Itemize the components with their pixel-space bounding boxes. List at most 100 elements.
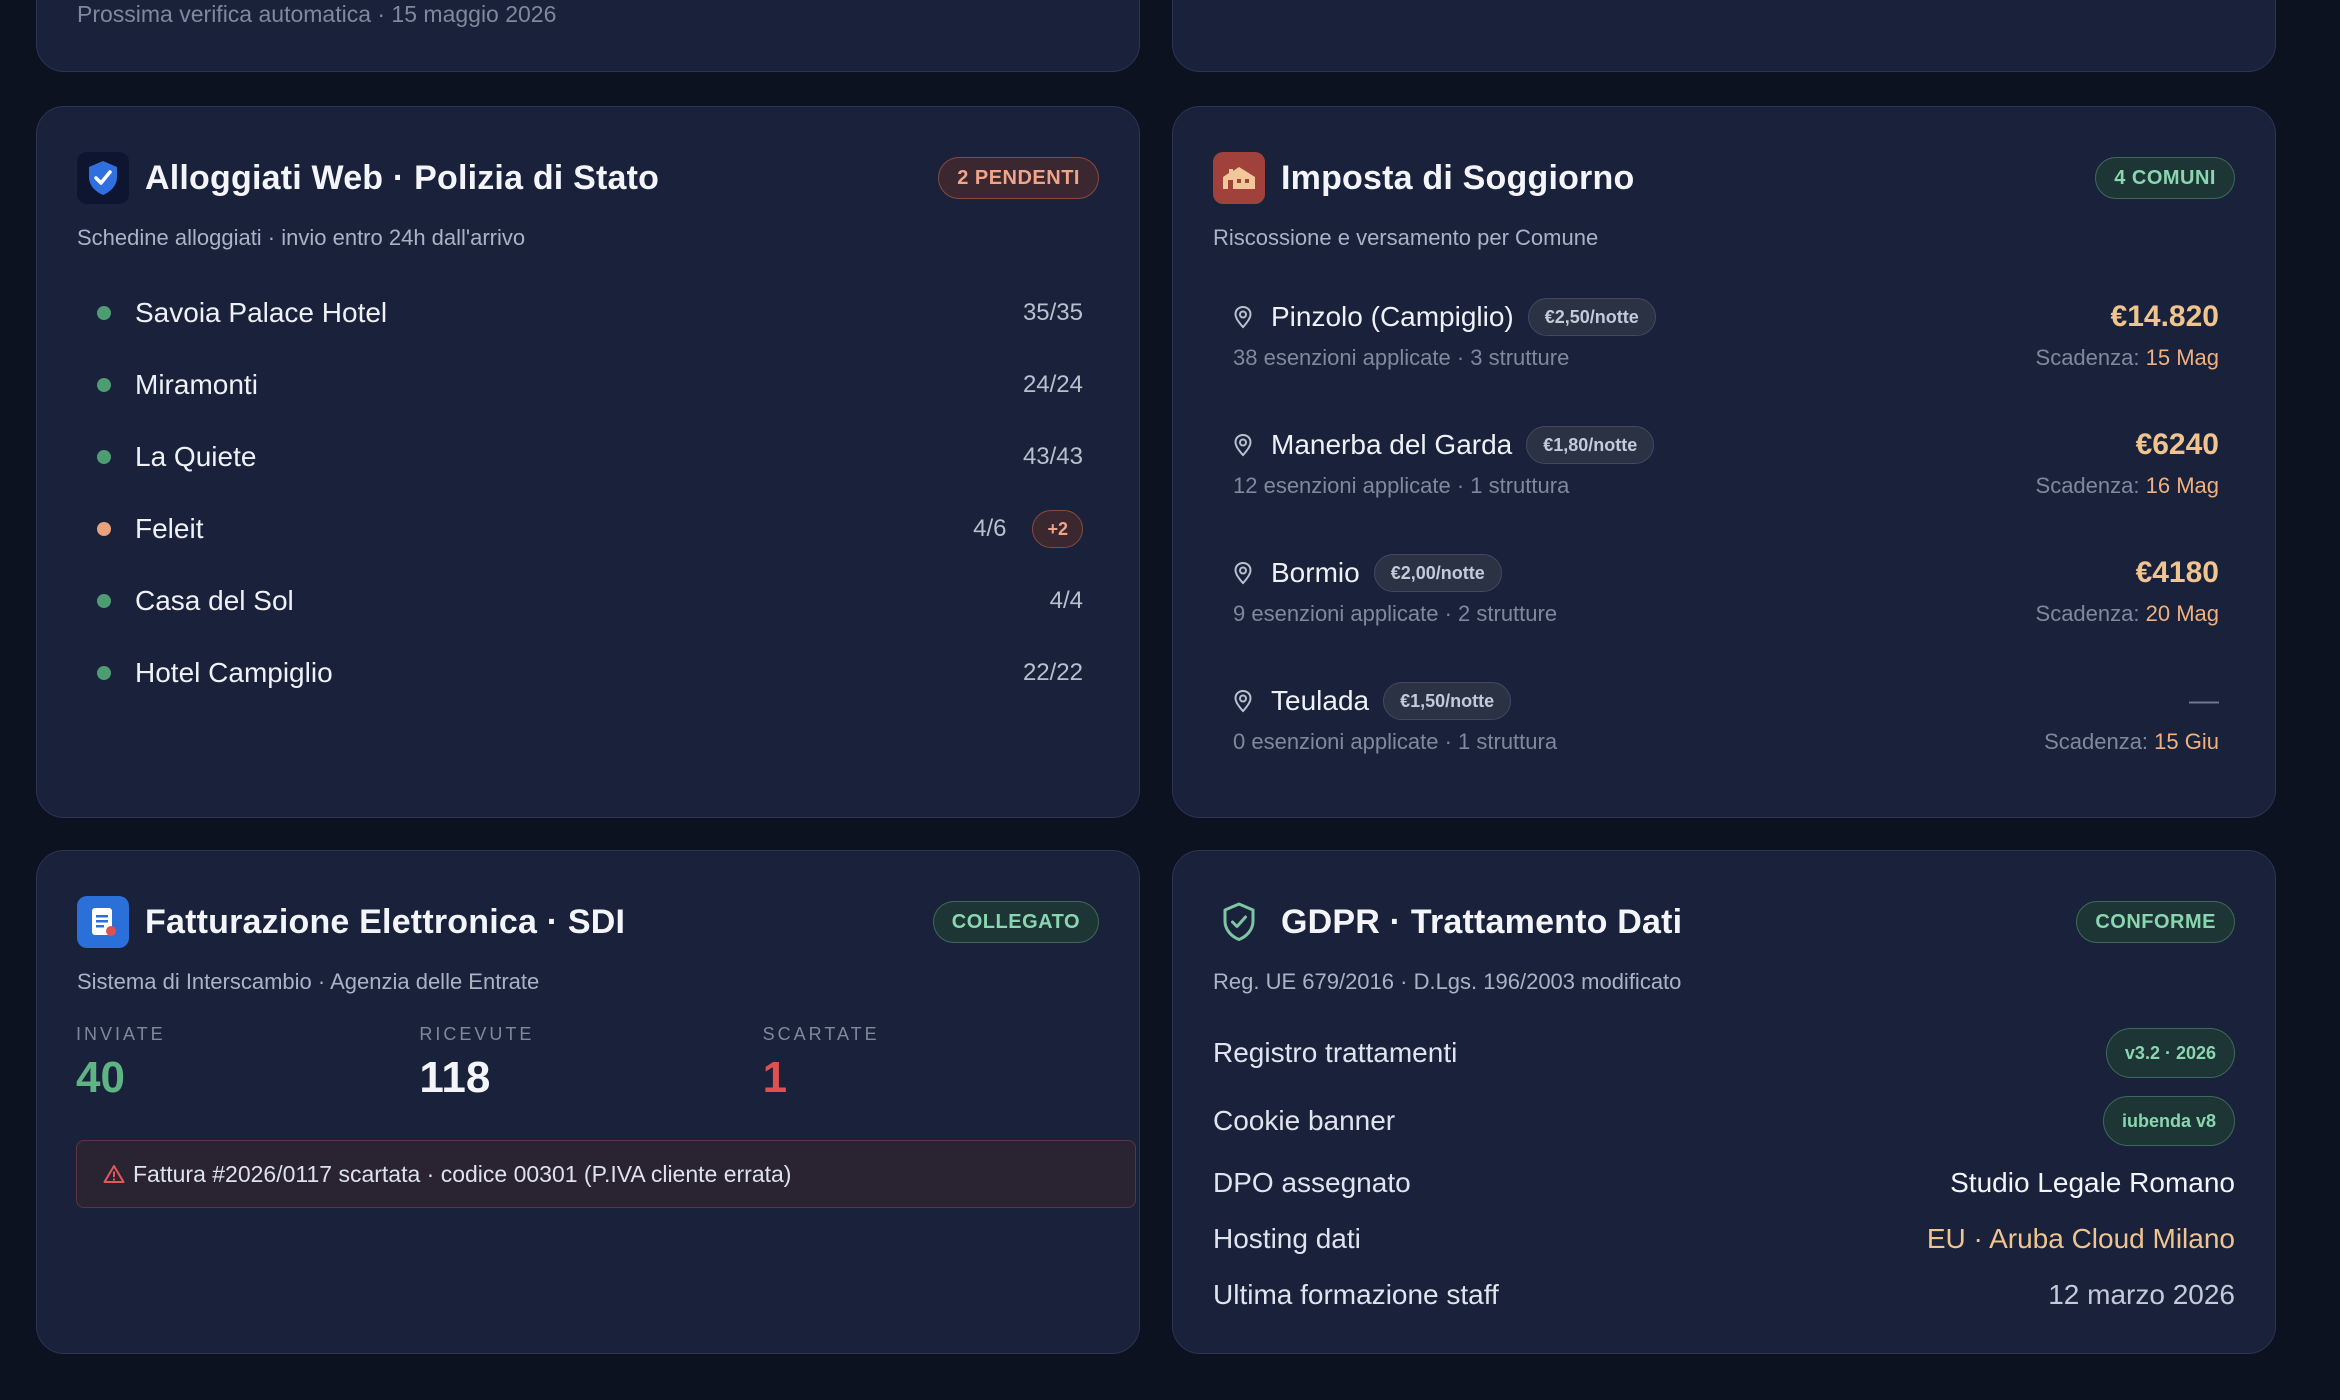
stat-received: RICEVUTE 118: [419, 1024, 762, 1104]
gdpr-title: GDPR · Trattamento Dati: [1281, 902, 1683, 941]
location-pin-icon: [1234, 305, 1252, 329]
alloggiati-card: Alloggiati Web · Polizia di Stato 2 PEND…: [36, 106, 1140, 818]
alloggiati-title: Alloggiati Web · Polizia di Stato: [145, 158, 660, 197]
comuni-badge: 4 COMUNI: [2095, 157, 2235, 199]
sdi-header: Fatturazione Elettronica · SDI COLLEGATO: [77, 895, 1099, 949]
rate-badge: €1,80/notte: [1526, 426, 1655, 464]
list-item[interactable]: Feleit 4/6 +2: [77, 509, 1083, 549]
top-right-card: [1172, 0, 2276, 72]
sdi-title: Fatturazione Elettronica · SDI: [145, 902, 626, 941]
compliant-badge: CONFORME: [2076, 901, 2235, 943]
sdi-stats: INVIATE 40 RICEVUTE 118 SCARTATE 1: [76, 1024, 1106, 1104]
tax-amount: €4180: [2135, 556, 2219, 589]
comune-detail: 9 esenzioni applicate · 2 strutture: [1233, 601, 1558, 626]
gdpr-label: Hosting dati: [1213, 1223, 1361, 1254]
gdpr-label: Registro trattamenti: [1213, 1037, 1458, 1068]
pending-count-badge[interactable]: +2: [1032, 510, 1083, 548]
stat-value: 118: [419, 1053, 491, 1102]
property-count: 24/24: [1022, 371, 1083, 398]
list-item[interactable]: Casa del Sol 4/4: [77, 581, 1083, 621]
comune-name: Manerba del Garda: [1271, 429, 1513, 460]
comune-detail: 0 esenzioni applicate · 1 struttura: [1233, 729, 1558, 754]
rate-badge: €1,50/notte: [1383, 682, 1512, 720]
sdi-subtitle: Sistema di Interscambio · Agenzia delle …: [77, 969, 540, 994]
imposta-header: Imposta di Soggiorno 4 COMUNI: [1213, 151, 2235, 205]
shield-check-outline-icon: [1213, 896, 1265, 948]
next-check-text: Prossima verifica automatica · 15 maggio…: [77, 1, 557, 27]
status-dot: [97, 378, 111, 392]
warning-icon: [103, 1165, 125, 1183]
comune-detail: 12 esenzioni applicate · 1 struttura: [1233, 473, 1570, 498]
rate-badge: €2,50/notte: [1527, 298, 1656, 336]
stat-label: RICEVUTE: [419, 1024, 535, 1044]
gdpr-value: EU · Aruba Cloud Milano: [1926, 1223, 2235, 1254]
stat-label: INVIATE: [76, 1024, 166, 1044]
list-item[interactable]: Savoia Palace Hotel 35/35: [77, 293, 1083, 333]
property-count: 43/43: [1022, 443, 1083, 470]
shield-check-icon: [77, 152, 129, 204]
comune-name: Bormio: [1271, 557, 1360, 588]
alloggiati-subtitle: Schedine alloggiati · invio entro 24h da…: [77, 225, 526, 250]
alert-text: Fattura #2026/0117 scartata · codice 003…: [133, 1160, 792, 1187]
gdpr-header: GDPR · Trattamento Dati CONFORME: [1213, 895, 2235, 949]
location-pin-icon: [1234, 561, 1252, 585]
gdpr-row-dpo: DPO assegnato Studio Legale Romano: [1213, 1159, 2235, 1207]
status-dot: [97, 666, 111, 680]
property-name: La Quiete: [135, 441, 257, 472]
invoice-icon: [77, 896, 129, 948]
property-name: Miramonti: [135, 369, 258, 400]
cookie-pill: iubenda v8: [2102, 1096, 2235, 1146]
gdpr-label: Cookie banner: [1213, 1105, 1396, 1136]
stat-value: 40: [76, 1053, 125, 1102]
imposta-card: Imposta di Soggiorno 4 COMUNI Riscossion…: [1172, 106, 2276, 818]
property-count: 4/6: [973, 515, 1007, 542]
gdpr-value: Studio Legale Romano: [1950, 1167, 2235, 1198]
list-item[interactable]: Teulada €1,50/notte — 0 esenzioni applic…: [1213, 679, 2219, 769]
property-count: 35/35: [1022, 299, 1083, 326]
gdpr-row-training: Ultima formazione staff 12 marzo 2026: [1213, 1271, 2235, 1319]
imposta-title: Imposta di Soggiorno: [1281, 158, 1635, 197]
tax-amount: €6240: [2135, 428, 2219, 461]
status-dot: [97, 450, 111, 464]
location-pin-icon: [1234, 689, 1252, 713]
property-name: Hotel Campiglio: [135, 657, 333, 688]
comune-name: Pinzolo (Campiglio): [1271, 301, 1514, 332]
property-name: Savoia Palace Hotel: [135, 297, 388, 328]
top-left-card: Prossima verifica automatica · 15 maggio…: [36, 0, 1140, 72]
list-item[interactable]: Miramonti 24/24: [77, 365, 1083, 405]
connected-badge: COLLEGATO: [932, 901, 1099, 943]
tax-amount: €14.820: [2110, 300, 2219, 333]
list-item[interactable]: Bormio €2,00/notte €4180 9 esenzioni app…: [1213, 551, 2219, 641]
status-dot: [97, 522, 111, 536]
gdpr-row-hosting: Hosting dati EU · Aruba Cloud Milano: [1213, 1215, 2235, 1263]
stat-rejected: SCARTATE 1: [763, 1024, 1106, 1104]
comune-name: Teulada: [1271, 685, 1370, 716]
list-item[interactable]: Manerba del Garda €1,80/notte €6240 12 e…: [1213, 423, 2219, 513]
alloggiati-header: Alloggiati Web · Polizia di Stato 2 PEND…: [77, 151, 1099, 205]
gdpr-card: GDPR · Trattamento Dati CONFORME Reg. UE…: [1172, 850, 2276, 1354]
building-icon: [1213, 152, 1265, 204]
pending-badge: 2 PENDENTI: [938, 157, 1099, 199]
list-item[interactable]: Hotel Campiglio 22/22: [77, 653, 1083, 693]
stat-label: SCARTATE: [762, 1024, 880, 1044]
due-date: Scadenza: 15 Giu: [2044, 729, 2219, 754]
stat-sent: INVIATE 40: [76, 1024, 419, 1104]
due-date: Scadenza: 16 Mag: [2035, 473, 2219, 498]
gdpr-row-cookie: Cookie banner iubenda v8: [1213, 1093, 2235, 1149]
property-count: 22/22: [1022, 659, 1083, 686]
imposta-subtitle: Riscossione e versamento per Comune: [1213, 225, 1599, 250]
gdpr-value: 12 marzo 2026: [2048, 1279, 2235, 1310]
version-pill: v3.2 · 2026: [2105, 1028, 2235, 1078]
list-item[interactable]: La Quiete 43/43: [77, 437, 1083, 477]
rejection-alert[interactable]: Fattura #2026/0117 scartata · codice 003…: [76, 1140, 1136, 1208]
gdpr-subtitle: Reg. UE 679/2016 · D.Lgs. 196/2003 modif…: [1213, 969, 1682, 994]
status-dot: [97, 306, 111, 320]
comune-detail: 38 esenzioni applicate · 3 strutture: [1233, 345, 1570, 370]
gdpr-label: DPO assegnato: [1213, 1167, 1411, 1198]
gdpr-row-registro: Registro trattamenti v3.2 · 2026: [1213, 1025, 2235, 1081]
due-date: Scadenza: 20 Mag: [2035, 601, 2219, 626]
property-name: Feleit: [135, 513, 204, 544]
property-name: Casa del Sol: [135, 585, 294, 616]
stat-value: 1: [762, 1053, 788, 1102]
list-item[interactable]: Pinzolo (Campiglio) €2,50/notte €14.820 …: [1213, 295, 2219, 385]
